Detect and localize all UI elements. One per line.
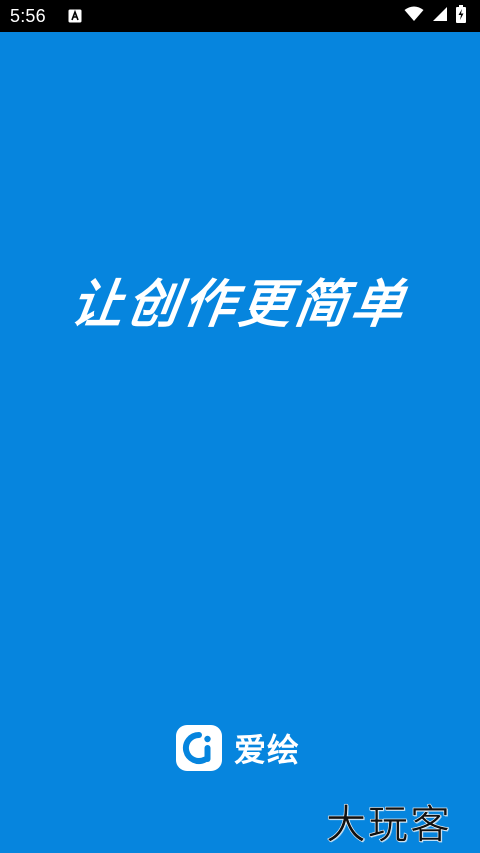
splash-screen: 5:56 让创作更简单 爱绘 大玩客: [0, 0, 480, 853]
cell-signal-icon: [432, 6, 448, 26]
brand-name: 爱绘: [234, 731, 301, 769]
aihui-logo-icon: [176, 725, 222, 771]
status-bar: 5:56: [0, 0, 480, 32]
watermark-text: 大玩客: [326, 802, 452, 849]
battery-charging-icon: [456, 5, 466, 27]
status-icons: [404, 5, 466, 27]
a-text-notification-icon: [68, 9, 82, 23]
brand-lockup: 爱绘: [176, 724, 300, 772]
status-time: 5:56: [10, 5, 46, 26]
splash-slogan: 让创作更简单: [66, 275, 412, 335]
wifi-icon: [404, 6, 424, 26]
